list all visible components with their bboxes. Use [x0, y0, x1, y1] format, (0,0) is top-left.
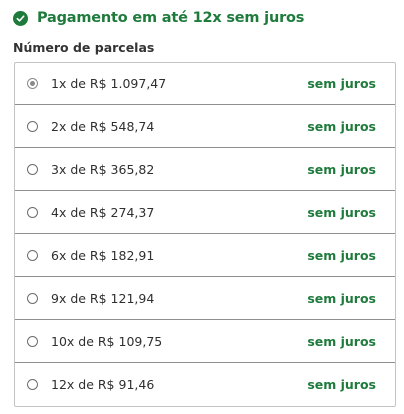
installment-label: 6x de R$ 182,91	[51, 247, 155, 263]
installment-option-10x[interactable]: 10x de R$ 109,75 sem juros	[15, 320, 395, 363]
installment-option-9x[interactable]: 9x de R$ 121,94 sem juros	[15, 277, 395, 320]
radio-unchecked[interactable]	[27, 249, 38, 261]
check-circle-icon	[13, 10, 28, 26]
interest-free-tag: sem juros	[307, 333, 376, 349]
installment-option-1x[interactable]: 1x de R$ 1.097,47 sem juros	[15, 63, 395, 105]
promo-banner: Pagamento em até 12x sem juros	[13, 7, 304, 29]
promo-text: Pagamento em até 12x sem juros	[37, 10, 305, 26]
installment-option-2x[interactable]: 2x de R$ 548,74 sem juros	[15, 105, 395, 148]
radio-unchecked[interactable]	[27, 120, 38, 132]
installment-label: 9x de R$ 121,94	[51, 290, 155, 306]
installment-options: 1x de R$ 1.097,47 sem juros 2x de R$ 548…	[14, 62, 396, 407]
interest-free-tag: sem juros	[307, 76, 376, 91]
installment-option-12x[interactable]: 12x de R$ 91,46 sem juros	[15, 363, 395, 406]
radio-checked[interactable]	[27, 78, 38, 89]
interest-free-tag: sem juros	[307, 161, 376, 177]
installments-label: Número de parcelas	[13, 40, 155, 55]
radio-unchecked[interactable]	[27, 206, 38, 218]
installment-label: 2x de R$ 548,74	[51, 118, 155, 134]
interest-free-tag: sem juros	[307, 290, 376, 306]
radio-unchecked[interactable]	[27, 163, 38, 175]
radio-unchecked[interactable]	[27, 335, 38, 347]
interest-free-tag: sem juros	[307, 377, 376, 392]
installment-label: 10x de R$ 109,75	[51, 333, 163, 349]
interest-free-tag: sem juros	[307, 118, 376, 134]
installment-option-6x[interactable]: 6x de R$ 182,91 sem juros	[15, 234, 395, 277]
installment-label: 12x de R$ 91,46	[51, 377, 155, 392]
interest-free-tag: sem juros	[307, 247, 376, 263]
installment-option-4x[interactable]: 4x de R$ 274,37 sem juros	[15, 191, 395, 234]
installment-option-3x[interactable]: 3x de R$ 365,82 sem juros	[15, 148, 395, 191]
radio-unchecked[interactable]	[27, 379, 38, 390]
radio-unchecked[interactable]	[27, 292, 38, 304]
radio-dot	[30, 81, 35, 86]
interest-free-tag: sem juros	[307, 204, 376, 220]
installment-label: 1x de R$ 1.097,47	[51, 76, 167, 91]
installment-label: 3x de R$ 365,82	[51, 161, 155, 177]
installment-label: 4x de R$ 274,37	[51, 204, 155, 220]
